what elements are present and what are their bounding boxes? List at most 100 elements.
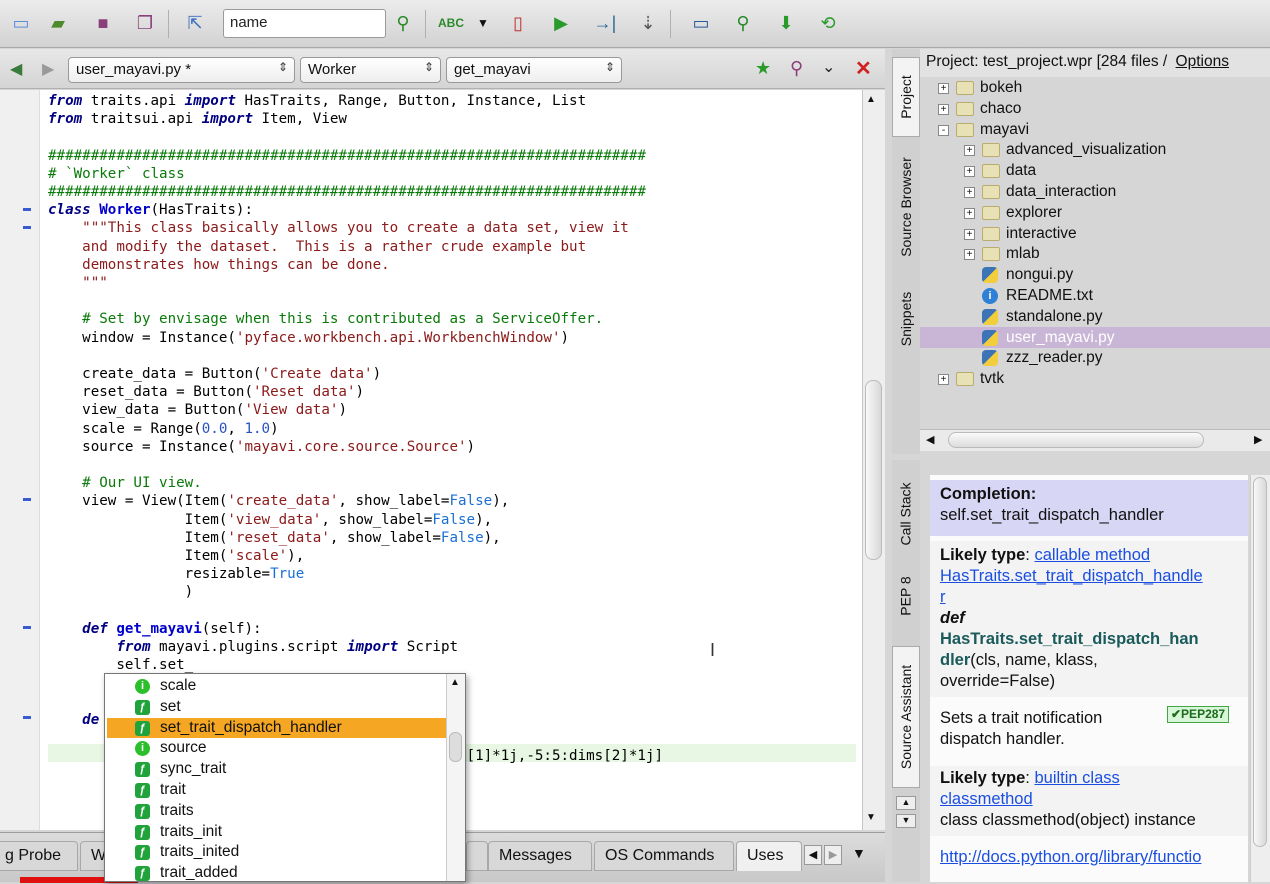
- expand-toggle-icon[interactable]: +: [964, 187, 975, 198]
- monitor-icon[interactable]: ▭: [688, 10, 714, 36]
- assistant-scroll-thumb[interactable]: [1253, 477, 1267, 847]
- completion-item[interactable]: ƒ traits: [107, 801, 446, 822]
- completion-item[interactable]: ƒ set: [107, 697, 446, 718]
- completion-item[interactable]: ƒ trait: [107, 780, 446, 801]
- chevron-down-icon[interactable]: ▼: [470, 10, 496, 36]
- refresh-icon[interactable]: ⟲: [815, 10, 841, 36]
- popup-scrollbar[interactable]: ▲: [446, 674, 465, 881]
- scroll-right-icon[interactable]: ▶: [1254, 433, 1262, 446]
- scroll-left-icon[interactable]: ◀: [926, 433, 934, 446]
- python-docs-link[interactable]: http://docs.python.org/library/functio: [940, 848, 1201, 866]
- method-doc-link[interactable]: HasTraits.set_trait_dispatch_handle: [940, 567, 1203, 585]
- tree-item[interactable]: + data: [964, 161, 1036, 181]
- tree-item[interactable]: + bokeh: [938, 78, 1022, 98]
- tab-messages[interactable]: Messages: [488, 841, 592, 871]
- fold-gutter[interactable]: [0, 90, 40, 830]
- autocomplete-popup[interactable]: i scale ƒ set ƒ set_trait_dispatch_handler i so…: [104, 673, 466, 882]
- completion-item[interactable]: ƒ set_trait_dispatch_handler: [107, 717, 446, 739]
- method-doc-link-cont[interactable]: r: [940, 588, 946, 606]
- tree-item[interactable]: + interactive: [964, 224, 1077, 244]
- tree-item[interactable]: + advanced_visualization: [964, 140, 1166, 160]
- scope-selector[interactable]: Worker ⇕: [300, 57, 441, 83]
- expand-toggle-icon[interactable]: -: [938, 124, 949, 136]
- tab-debug-probe[interactable]: g Probe: [0, 841, 78, 871]
- scroll-down-icon[interactable]: ▼: [866, 812, 876, 823]
- tab-call-stack[interactable]: Call Stack: [892, 468, 920, 560]
- search-icon[interactable]: ⚲: [390, 10, 416, 36]
- file-selector[interactable]: user_mayavi.py * ⇕: [68, 57, 295, 83]
- tree-item[interactable]: + explorer: [964, 203, 1062, 223]
- forward-arrow-icon[interactable]: ▶: [42, 59, 54, 79]
- completion-item[interactable]: ƒ traits_inited: [107, 842, 446, 863]
- scroll-up-icon[interactable]: ▲: [450, 677, 460, 688]
- tab-uses[interactable]: Uses: [736, 841, 802, 871]
- save-icon[interactable]: ■: [90, 10, 116, 36]
- tree-item[interactable]: + chaco: [938, 99, 1021, 119]
- expand-toggle-icon[interactable]: +: [964, 249, 975, 261]
- tab-partial[interactable]: [466, 841, 488, 871]
- tree-item[interactable]: + data_interaction: [964, 182, 1116, 202]
- tabs-menu-icon[interactable]: ▼: [852, 845, 866, 861]
- expand-toggle-icon[interactable]: +: [964, 145, 975, 157]
- tree-item[interactable]: - mayavi: [938, 120, 1029, 140]
- tree-scroll-thumb[interactable]: [948, 432, 1204, 448]
- expand-toggle-icon[interactable]: +: [964, 166, 975, 178]
- tree-item[interactable]: + tvtk: [938, 369, 1004, 389]
- completion-item[interactable]: ƒ traits_init: [107, 822, 446, 843]
- tree-item[interactable]: + mlab: [964, 244, 1040, 264]
- scroll-down-icon[interactable]: ▼: [896, 814, 916, 828]
- pin-icon[interactable]: ⚲: [790, 58, 803, 79]
- tabs-next-icon[interactable]: ▶: [824, 845, 842, 865]
- tabs-prev-icon[interactable]: ◀: [804, 845, 822, 865]
- step-into-icon[interactable]: ⇣: [635, 10, 661, 36]
- method-selector[interactable]: get_mayavi ⇕: [446, 57, 622, 83]
- classmethod-link[interactable]: classmethod: [940, 790, 1033, 808]
- tab-pep8[interactable]: PEP 8: [892, 564, 920, 628]
- tab-snippets[interactable]: Snippets: [892, 277, 920, 361]
- completion-item[interactable]: i source: [107, 738, 446, 759]
- popup-scroll-thumb[interactable]: [449, 732, 462, 762]
- spellcheck-icon[interactable]: ABC: [438, 10, 464, 36]
- tab-os-commands[interactable]: OS Commands: [594, 841, 734, 871]
- tree-horizontal-scrollbar[interactable]: ◀ ▶: [920, 429, 1270, 451]
- expand-toggle-icon[interactable]: +: [964, 228, 975, 240]
- tab-project[interactable]: Project: [892, 57, 920, 137]
- scroll-thumb[interactable]: [865, 380, 882, 560]
- new-file-icon[interactable]: ▭: [8, 10, 34, 36]
- save-all-icon[interactable]: ❐: [132, 10, 158, 36]
- step-over-icon[interactable]: →|: [592, 10, 618, 36]
- tree-item[interactable]: zzz_reader.py: [982, 348, 1103, 368]
- open-folder-icon[interactable]: ▰: [45, 10, 71, 36]
- code-text[interactable]: from traits.api import HasTraits, Range,…: [48, 92, 663, 766]
- expand-toggle-icon[interactable]: +: [938, 103, 949, 115]
- arrow-down-icon[interactable]: ⬇: [773, 10, 799, 36]
- tree-item[interactable]: i README.txt: [982, 286, 1093, 306]
- scroll-up-icon[interactable]: ▲: [866, 94, 876, 105]
- close-icon[interactable]: ✕: [855, 56, 872, 81]
- assistant-scrollbar[interactable]: [1250, 475, 1270, 882]
- tab-source-assistant[interactable]: Source Assistant: [892, 646, 920, 788]
- callable-method-link[interactable]: callable method: [1034, 546, 1150, 564]
- expand-toggle-icon[interactable]: +: [964, 207, 975, 219]
- scroll-up-icon[interactable]: ▲: [896, 796, 916, 810]
- run-icon[interactable]: ▶: [548, 10, 574, 36]
- star-icon[interactable]: ★: [755, 58, 771, 79]
- new-debug-file-icon[interactable]: ▯: [505, 10, 531, 36]
- completion-item[interactable]: ƒ sync_trait: [107, 759, 446, 780]
- zoom-icon[interactable]: ⚲: [730, 10, 756, 36]
- builtin-class-link[interactable]: builtin class: [1034, 769, 1119, 787]
- expand-toggle-icon[interactable]: +: [938, 374, 949, 386]
- completion-item[interactable]: ƒ trait_added: [107, 863, 446, 884]
- tab-source-browser[interactable]: Source Browser: [892, 141, 920, 273]
- completion-item[interactable]: i scale: [107, 676, 446, 697]
- select-pointer-icon[interactable]: ⇱: [182, 10, 208, 36]
- tree-item[interactable]: nongui.py: [982, 265, 1073, 285]
- project-tree[interactable]: + bokeh + chaco - mayavi + advanced_visualizati…: [920, 77, 1270, 429]
- expand-toggle-icon[interactable]: +: [938, 83, 949, 94]
- tree-item[interactable]: user_mayavi.py: [982, 328, 1115, 348]
- search-input[interactable]: name: [223, 9, 386, 38]
- options-menu[interactable]: Options: [1176, 53, 1229, 70]
- editor-vertical-scrollbar[interactable]: ▲ ▼: [862, 90, 885, 830]
- chevron-down-icon[interactable]: ⌄: [822, 57, 835, 77]
- tree-item[interactable]: standalone.py: [982, 307, 1103, 327]
